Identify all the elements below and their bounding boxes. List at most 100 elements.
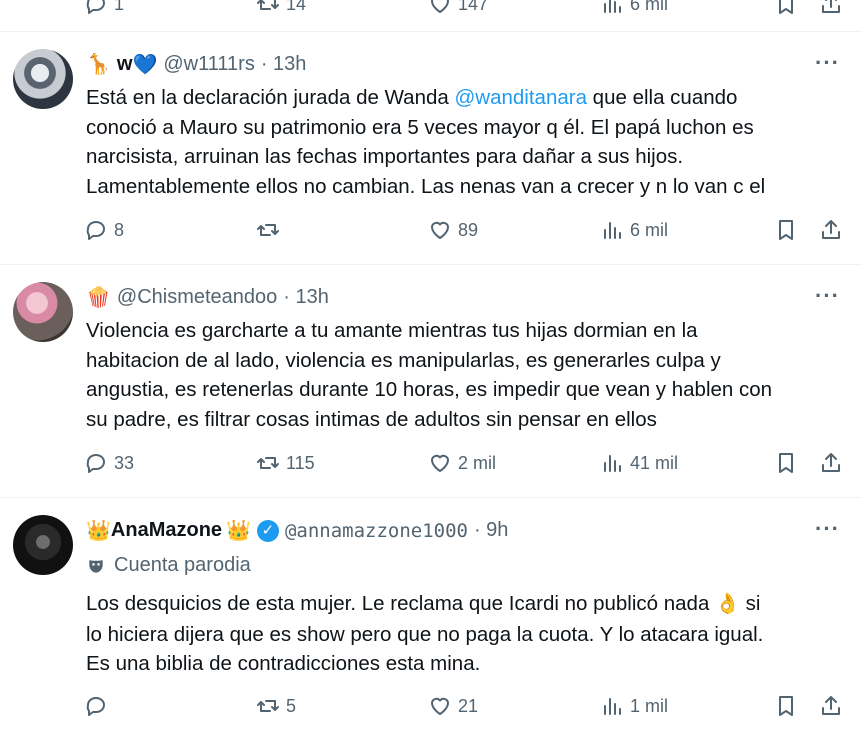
views-button[interactable]: 6 mil	[600, 0, 668, 16]
bookmark-button[interactable]	[774, 694, 798, 718]
views-button[interactable]: 41 mil	[600, 451, 678, 475]
retweet-icon	[257, 700, 279, 712]
retweet-button[interactable]: 115	[256, 451, 315, 475]
timestamp[interactable]: · 13h	[283, 286, 329, 309]
retweet-button[interactable]: 14	[256, 0, 306, 16]
share-icon	[822, 0, 840, 13]
text-line: conoció a Mauro su patrimonio era 5 vece…	[86, 113, 846, 143]
views-count: 41 mil	[630, 452, 679, 473]
more-options-button[interactable]: ···	[815, 50, 840, 76]
name-suffix-emoji: 👑	[226, 520, 251, 542]
views-count: 1 mil	[630, 695, 669, 716]
timestamp[interactable]: · 9h	[474, 519, 508, 542]
heart-icon	[431, 697, 449, 715]
views-count: 6 mil	[630, 0, 669, 14]
bookmark-button[interactable]	[774, 451, 798, 475]
heart-icon	[431, 221, 449, 239]
tweet-text: Los desquicios de esta mujer. Le reclama…	[86, 589, 846, 679]
tweet[interactable]: 👑 AnaMazone 👑 ✓ @annamazzone1000 · 9h ··…	[0, 498, 862, 738]
mention-link[interactable]: @wanditanara	[454, 86, 587, 109]
views-icon	[604, 455, 621, 472]
text-line: Está en la declaración jurada de Wanda @…	[86, 83, 846, 113]
like-count: 89	[458, 219, 479, 240]
retweet-button[interactable]: 5	[256, 694, 296, 718]
reply-icon	[86, 697, 105, 716]
text-line: Lamentablemente ellos no cambian. Las ne…	[86, 172, 846, 202]
share-icon	[822, 696, 840, 715]
more-options-button[interactable]: ···	[815, 283, 840, 309]
share-button[interactable]	[819, 218, 843, 242]
bookmark-button[interactable]	[774, 218, 798, 242]
tweet-header: 🦒 w 💙 @w1111rs · 13h	[86, 52, 306, 77]
like-button[interactable]: 89	[428, 218, 478, 242]
display-name[interactable]: w	[117, 53, 133, 76]
retweet-button[interactable]	[256, 218, 286, 242]
bookmark-icon	[779, 0, 793, 14]
more-icon: ···	[815, 516, 840, 541]
like-count: 147	[458, 0, 489, 14]
handle[interactable]: @Chismeteandoo	[117, 286, 277, 309]
bookmark-icon	[779, 696, 793, 716]
like-count: 21	[458, 695, 479, 716]
text-line: Violencia es garcharte a tu amante mient…	[86, 316, 846, 346]
retweet-count: 14	[286, 0, 307, 14]
ok-hand-emoji: 👌	[715, 593, 740, 615]
reply-button[interactable]: 8	[84, 218, 124, 242]
text-span: Lamentablemente ellos no cambian. Las ne…	[86, 174, 766, 198]
share-icon	[822, 220, 840, 239]
text-line: habitacion de al lado, violencia es mani…	[86, 346, 846, 376]
text-span: Está en la declaración jurada de Wanda	[86, 86, 455, 109]
text-line: su padre, es filtrar cosas intimas de ad…	[86, 405, 846, 435]
reply-button[interactable]: 33	[84, 451, 134, 475]
bookmark-icon	[779, 220, 793, 240]
more-options-button[interactable]: ···	[815, 516, 840, 542]
text-span: Es una biblia de contradicciones esta mi…	[86, 652, 481, 675]
name-emoji: 🦒	[86, 54, 111, 76]
like-count: 2 mil	[458, 452, 497, 473]
reply-count: 8	[114, 219, 125, 240]
previous-tweet: 1 14 147 6 mil	[0, 0, 862, 32]
display-name[interactable]: AnaMazone	[111, 519, 222, 542]
share-button[interactable]	[819, 694, 843, 718]
heart-icon	[431, 0, 449, 13]
name-emoji: 🍿	[86, 287, 111, 309]
tweet-header: 👑 AnaMazone 👑 ✓ @annamazzone1000 · 9h	[86, 518, 508, 543]
like-button[interactable]: 147	[428, 0, 488, 16]
bookmark-button[interactable]	[774, 0, 798, 16]
text-span: habitacion de al lado, violencia es mani…	[86, 348, 721, 372]
like-button[interactable]: 2 mil	[428, 451, 496, 475]
text-line: narcisista, arruinan las fechas importan…	[86, 142, 846, 172]
avatar[interactable]	[13, 515, 73, 575]
tweet[interactable]: 🍿 @Chismeteandoo · 13h ··· Violencia es …	[0, 265, 862, 498]
handle[interactable]: @w1111rs	[163, 53, 254, 76]
tweet-header: 🍿 @Chismeteandoo · 13h	[86, 285, 329, 310]
text-span: Los desquicios de esta mujer. Le reclama…	[86, 592, 716, 615]
text-line: angustia, es retenerlas durante 10 horas…	[86, 375, 846, 405]
avatar[interactable]	[13, 282, 73, 342]
mask-icon	[89, 559, 103, 573]
views-count: 6 mil	[630, 219, 669, 240]
avatar[interactable]	[13, 49, 73, 109]
timestamp[interactable]: · 13h	[261, 53, 307, 76]
like-button[interactable]: 21	[428, 694, 478, 718]
reply-icon	[86, 454, 105, 473]
views-icon	[604, 698, 621, 715]
share-icon	[822, 453, 840, 472]
text-span: Violencia es garcharte a tu amante mient…	[86, 319, 698, 342]
reply-button[interactable]	[84, 694, 114, 718]
share-button[interactable]	[819, 451, 843, 475]
handle[interactable]: @annamazzone1000	[285, 520, 468, 542]
share-button[interactable]	[819, 0, 843, 16]
views-button[interactable]: 6 mil	[600, 218, 668, 242]
text-span: narcisista, arruinan las fechas importan…	[86, 145, 684, 168]
tweet[interactable]: 🦒 w 💙 @w1111rs · 13h ··· Está en la decl…	[0, 32, 862, 265]
tweet-actions: 8 89 6 mil	[84, 218, 854, 248]
retweet-icon	[257, 224, 279, 236]
text-span: lo hiciera dijera que es show pero que n…	[86, 622, 764, 646]
views-button[interactable]: 1 mil	[600, 694, 668, 718]
reply-button[interactable]: 1	[84, 0, 124, 16]
retweet-count: 115	[286, 452, 315, 473]
reply-count: 33	[114, 452, 135, 473]
reply-icon	[86, 0, 105, 14]
text-span: su padre, es filtrar cosas intimas de ad…	[86, 407, 657, 431]
